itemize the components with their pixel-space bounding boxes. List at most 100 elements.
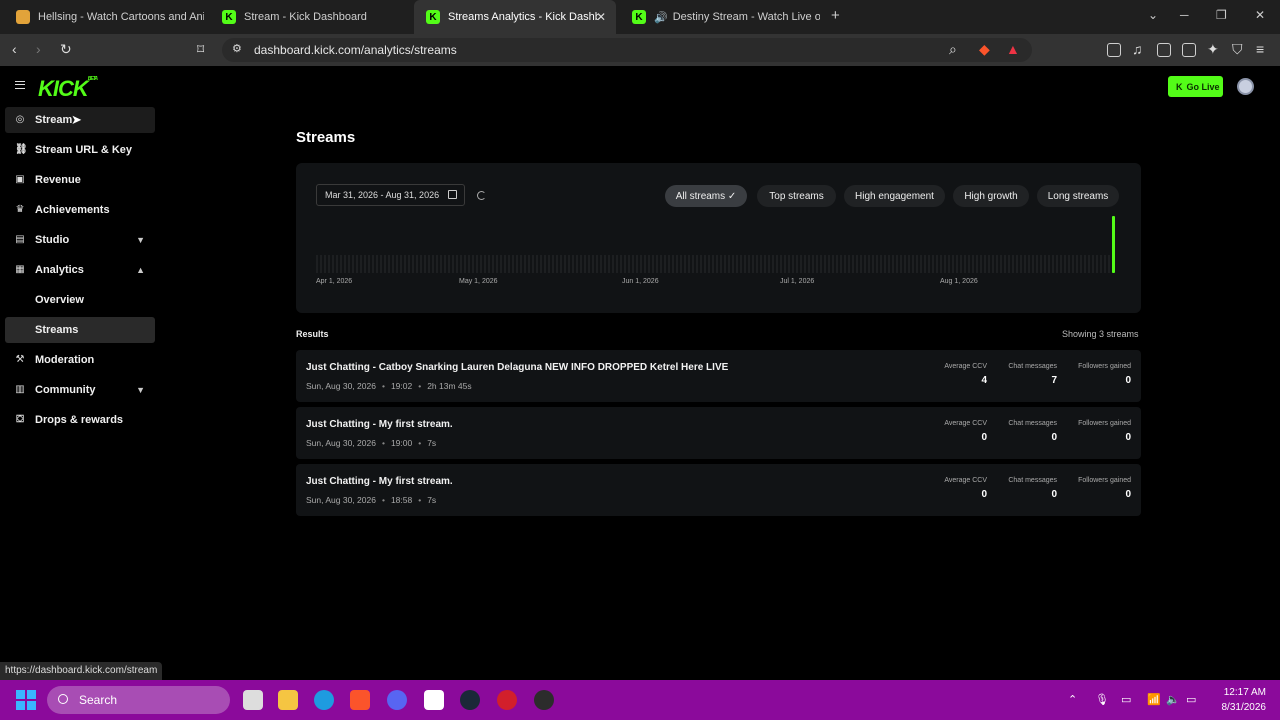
stat-chat: Chat messages 0 (1008, 477, 1057, 500)
bookmark-icon[interactable]: ⌑ (197, 41, 204, 58)
store-icon[interactable] (424, 690, 444, 710)
battery-icon[interactable]: ▭ (1186, 693, 1196, 706)
back-icon[interactable]: ‹ (12, 41, 17, 57)
chart-bar-highlight[interactable] (1112, 216, 1115, 273)
new-tab-icon[interactable]: + (831, 7, 840, 24)
hammer-icon: ⚒ (15, 354, 25, 365)
logo-text: KICK (38, 76, 89, 101)
sidebar-item-stream[interactable]: ◎ Stream ➤ (5, 107, 155, 133)
stat-label: Followers gained (1078, 420, 1131, 427)
address-bar[interactable]: ⚙ dashboard.kick.com/analytics/streams ⌕… (222, 38, 1032, 62)
kick-logo[interactable]: KICKBETA (38, 76, 98, 102)
browser-tab[interactable]: K 🔊 Destiny Stream - Watch Live on K (620, 4, 820, 30)
sidebar-item-label: Achievements (35, 204, 110, 216)
sidebar-item-analytics[interactable]: ▦ Analytics ▲ (5, 257, 155, 283)
stat-chat: Chat messages 0 (1008, 420, 1057, 443)
sidebar-item-label: Drops & rewards (35, 414, 124, 426)
sidebar-item-drops-rewards[interactable]: ⛋ Drops & rewards (5, 407, 155, 433)
stat-value: 0 (981, 432, 987, 443)
filter-high-growth[interactable]: High growth (953, 185, 1029, 207)
refresh-icon[interactable] (477, 191, 486, 200)
file-explorer-icon[interactable] (278, 690, 298, 710)
zoom-icon[interactable]: ⌕ (949, 41, 957, 58)
tab-title: Destiny Stream - Watch Live on K (672, 11, 820, 23)
forward-icon[interactable]: › (36, 41, 41, 57)
sidebar-item-label: Community (35, 384, 96, 396)
sidebar-item-overview[interactable]: Overview (5, 287, 155, 313)
go-live-button[interactable]: K Go Live (1168, 76, 1223, 97)
app-icon[interactable] (497, 690, 517, 710)
brave-shields-icon[interactable]: ◆ (979, 41, 990, 58)
edge-icon[interactable] (314, 690, 334, 710)
stream-row[interactable]: Just Chatting - My first stream. Sun, Au… (296, 464, 1141, 516)
wifi-icon[interactable]: 📶 (1147, 693, 1161, 706)
sidebar-item-streams[interactable]: Streams (5, 317, 155, 343)
discord-icon[interactable] (387, 690, 407, 710)
filter-high-engagement[interactable]: High engagement (844, 185, 945, 207)
filter-all-streams[interactable]: All streams ✓ (665, 185, 747, 207)
browser-tab[interactable]: Hellsing - Watch Cartoons and Anim (4, 4, 204, 30)
leo-icon[interactable]: ✦ (1207, 41, 1219, 58)
stat-label: Average CCV (944, 477, 987, 484)
sidebar-item-achievements[interactable]: ♛ Achievements (5, 197, 155, 223)
results-label: Results (296, 329, 329, 339)
media-icon[interactable]: ♫ (1132, 41, 1143, 57)
maximize-icon[interactable]: ❐ (1216, 8, 1227, 22)
steam-icon[interactable] (460, 690, 480, 710)
brave-icon[interactable] (350, 690, 370, 710)
filter-long-streams[interactable]: Long streams (1037, 185, 1119, 207)
microphone-icon[interactable]: 🎙 (1095, 693, 1109, 706)
close-tab-icon[interactable]: ✕ (596, 10, 606, 24)
sidebar-item-moderation[interactable]: ⚒ Moderation (5, 347, 155, 373)
wallet-icon[interactable] (1182, 43, 1196, 57)
filter-top-streams[interactable]: Top streams (757, 185, 836, 207)
close-window-icon[interactable]: ✕ (1255, 8, 1265, 22)
chevron-up-icon: ▲ (136, 265, 145, 275)
taskbar-clock[interactable]: 12:17 AM 8/31/2026 (1210, 685, 1267, 715)
sidebar-item-stream-url-key[interactable]: ⛓ Stream URL & Key (5, 137, 155, 163)
stat-value: 4 (981, 375, 987, 386)
avatar[interactable] (1237, 78, 1254, 95)
tray-overflow-icon[interactable]: ⌃ (1068, 693, 1077, 706)
tab-search-chevron-icon[interactable]: ⌄ (1148, 8, 1158, 22)
windows-start-icon[interactable] (16, 690, 36, 710)
hamburger-menu-icon[interactable] (15, 81, 25, 89)
go-live-label: Go Live (1186, 81, 1220, 92)
stat-label: Chat messages (1008, 420, 1057, 427)
date-range-picker[interactable]: Mar 31, 2026 - Aug 31, 2026 (316, 184, 465, 206)
reload-icon[interactable]: ↻ (60, 41, 72, 58)
taskbar: Search ⌃ 🎙 ▭ 📶 🔈 ▭ 12:17 AM 8/31/2026 (0, 680, 1280, 720)
taskbar-search[interactable]: Search (47, 686, 230, 714)
tray-app-icon[interactable]: ▭ (1121, 693, 1131, 706)
stream-row[interactable]: Just Chatting - My first stream. Sun, Au… (296, 407, 1141, 459)
extensions-icon[interactable] (1107, 43, 1121, 57)
stream-row[interactable]: Just Chatting - Catboy Snarking Lauren D… (296, 350, 1141, 402)
sidebar-item-studio[interactable]: ▤ Studio ▼ (5, 227, 155, 253)
vpn-icon[interactable]: ⛉ (1232, 41, 1243, 58)
sidebar-icon[interactable] (1157, 43, 1171, 57)
chart-panel: Mar 31, 2026 - Aug 31, 2026 All streams … (296, 163, 1141, 313)
wallet-icon: ▣ (15, 174, 25, 185)
sidebar: KICKBETA ◎ Stream ➤ ⛓ Stream URL & Key ▣… (0, 66, 160, 680)
volume-icon[interactable]: 🔈 (1166, 693, 1180, 706)
task-view-icon[interactable] (243, 690, 263, 710)
page-title: Streams (296, 129, 356, 146)
menu-icon[interactable]: ≡ (1256, 41, 1264, 57)
studio-icon: ▤ (15, 234, 25, 245)
sidebar-item-community[interactable]: ▥ Community ▼ (5, 377, 155, 403)
obs-icon[interactable] (534, 690, 554, 710)
stat-label: Followers gained (1078, 477, 1131, 484)
browser-tab[interactable]: K Stream - Kick Dashboard (210, 4, 410, 30)
minimize-icon[interactable]: ─ (1180, 8, 1189, 22)
sidebar-item-revenue[interactable]: ▣ Revenue (5, 167, 155, 193)
stat-label: Chat messages (1008, 363, 1057, 370)
stat-value: 0 (1125, 432, 1131, 443)
browser-tab-active[interactable]: K Streams Analytics - Kick Dashbo ✕ (414, 0, 616, 34)
sidebar-item-label: Stream (35, 114, 73, 126)
site-info-icon[interactable]: ⚙ (232, 42, 242, 55)
stream-title: Just Chatting - My first stream. (306, 419, 453, 430)
stream-title: Just Chatting - My first stream. (306, 476, 453, 487)
brave-rewards-icon[interactable]: ▲ (1006, 41, 1020, 57)
sidebar-item-label: Overview (35, 294, 84, 306)
stat-ccv: Average CCV 0 (944, 477, 987, 500)
